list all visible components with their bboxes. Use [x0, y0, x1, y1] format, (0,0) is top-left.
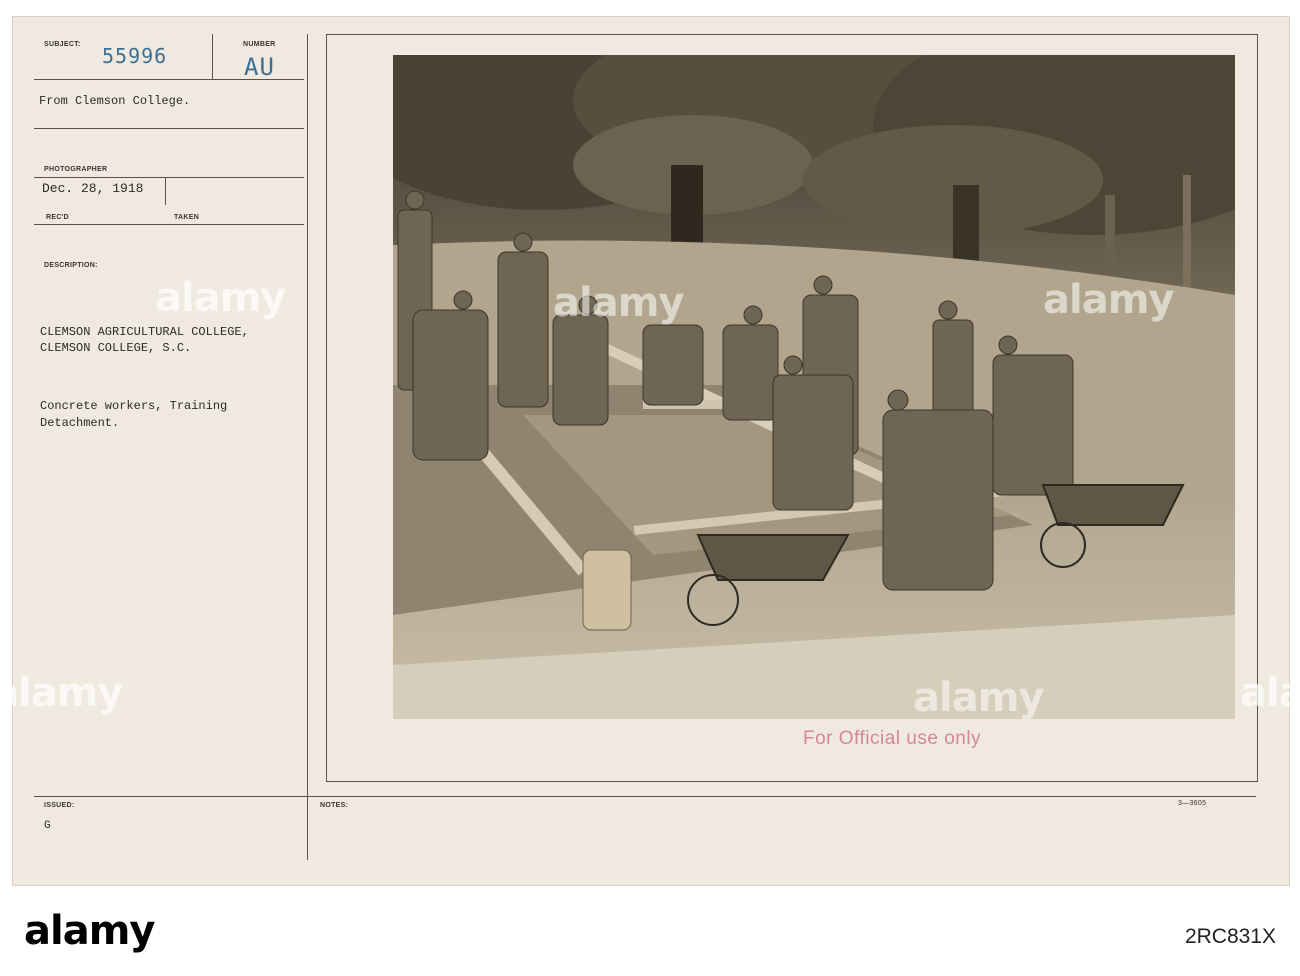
caption-line-2: Detachment. — [40, 416, 120, 430]
photograph: alamy alamy alamy — [393, 55, 1235, 719]
official-use-stamp: For Official use only — [803, 728, 982, 749]
notes-label: NOTES: — [320, 802, 349, 809]
watermark-text: alamy — [553, 280, 684, 326]
caption-line-1: Concrete workers, Training — [40, 399, 228, 413]
divider — [307, 34, 308, 860]
description-line-1: CLEMSON AGRICULTURAL COLLEGE, — [40, 325, 249, 339]
issued-label: ISSUED: — [44, 802, 75, 809]
source-text: From Clemson College. — [39, 94, 191, 108]
divider — [34, 796, 1256, 797]
description-line-2: CLEMSON COLLEGE, S.C. — [40, 341, 192, 355]
divider — [212, 34, 213, 80]
watermark-text: alamy — [1240, 670, 1300, 716]
divider — [34, 177, 304, 178]
footer-bar — [0, 886, 1300, 976]
photographer-label: PHOTOGRAPHER — [44, 166, 108, 173]
issued-value: G — [44, 820, 51, 832]
divider — [34, 224, 304, 225]
subject-label: SUBJECT: — [44, 41, 81, 48]
recd-label: REC'D — [46, 214, 69, 221]
form-code: 3—3605 — [1178, 800, 1207, 807]
watermark-text: alamy — [913, 675, 1044, 719]
watermark-text: alamy — [155, 275, 286, 321]
subject-number: 55996 — [102, 44, 168, 68]
number-label: NUMBER — [243, 41, 276, 48]
photo-illustration — [393, 55, 1235, 719]
date-received: Dec. 28, 1918 — [42, 181, 144, 196]
number-value: AU — [244, 53, 275, 81]
watermark-text: alamy — [1043, 277, 1174, 323]
watermark-text: alamy — [0, 670, 123, 716]
description-label: DESCRIPTION: — [44, 262, 98, 269]
divider — [34, 128, 304, 129]
taken-label: TAKEN — [174, 214, 200, 221]
image-id: 2RC831X — [1184, 925, 1276, 948]
alamy-logo: alamy — [24, 908, 155, 954]
divider — [165, 177, 166, 205]
